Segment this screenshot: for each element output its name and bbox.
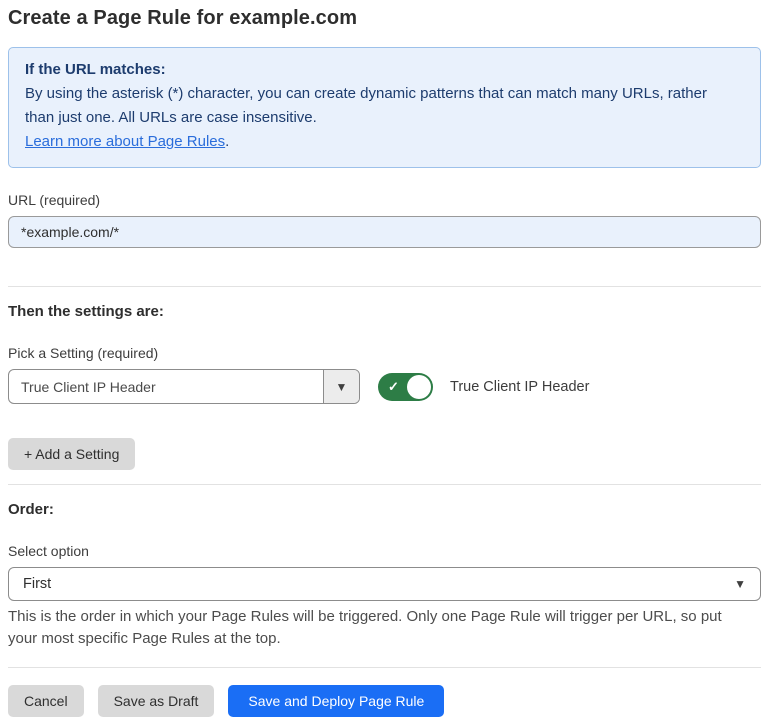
save-deploy-button[interactable]: Save and Deploy Page Rule bbox=[228, 685, 444, 717]
info-box-heading: If the URL matches: bbox=[25, 58, 744, 82]
setting-select-value: True Client IP Header bbox=[9, 370, 323, 403]
cancel-button[interactable]: Cancel bbox=[8, 685, 84, 717]
setting-enabled-toggle[interactable]: ✓ bbox=[378, 373, 433, 401]
order-select-value: First bbox=[23, 576, 51, 592]
learn-more-link-suffix: . bbox=[225, 133, 229, 150]
section-divider-1 bbox=[8, 286, 761, 287]
url-field-label: URL (required) bbox=[8, 192, 761, 208]
setting-toggle-label: True Client IP Header bbox=[450, 379, 589, 395]
order-select-label: Select option bbox=[8, 543, 761, 559]
save-draft-button[interactable]: Save as Draft bbox=[98, 685, 215, 717]
url-input[interactable] bbox=[8, 216, 761, 248]
chevron-down-icon: ▼ bbox=[734, 577, 746, 591]
order-select[interactable]: First ▼ bbox=[8, 567, 761, 601]
url-match-info-box: If the URL matches: By using the asteris… bbox=[8, 47, 761, 168]
settings-section-heading: Then the settings are: bbox=[8, 303, 761, 320]
order-help-text: This is the order in which your Page Rul… bbox=[8, 606, 753, 650]
footer-actions: Cancel Save as Draft Save and Deploy Pag… bbox=[8, 684, 761, 717]
page-title: Create a Page Rule for example.com bbox=[8, 7, 761, 30]
chevron-down-icon: ▼ bbox=[336, 380, 348, 394]
learn-more-link[interactable]: Learn more about Page Rules bbox=[25, 133, 225, 150]
page-rule-form: Create a Page Rule for example.com If th… bbox=[0, 0, 769, 717]
check-icon: ✓ bbox=[388, 380, 399, 393]
setting-select-caret-button[interactable]: ▼ bbox=[323, 370, 359, 403]
add-setting-button[interactable]: + Add a Setting bbox=[8, 438, 135, 470]
pick-setting-label: Pick a Setting (required) bbox=[8, 345, 761, 361]
setting-row: True Client IP Header ▼ ✓ True Client IP… bbox=[8, 369, 761, 404]
info-box-link-line: Learn more about Page Rules. bbox=[25, 130, 744, 154]
section-divider-2 bbox=[8, 484, 761, 485]
toggle-knob bbox=[407, 375, 431, 399]
section-divider-3 bbox=[8, 667, 761, 668]
order-section-heading: Order: bbox=[8, 501, 761, 518]
info-box-body: By using the asterisk (*) character, you… bbox=[25, 82, 725, 130]
setting-select[interactable]: True Client IP Header ▼ bbox=[8, 369, 360, 404]
